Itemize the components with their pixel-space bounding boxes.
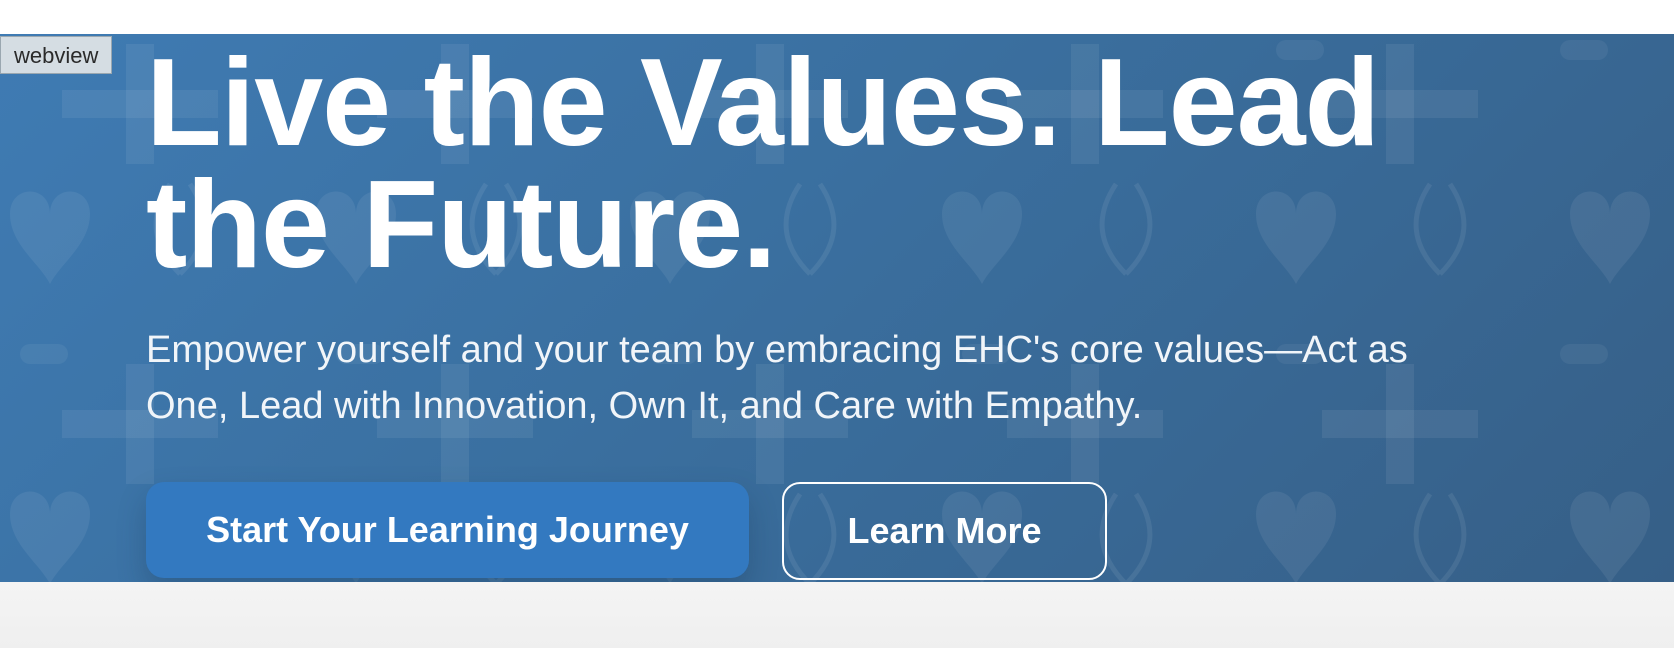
hero-subtitle: Empower yourself and your team by embrac… (146, 329, 1408, 427)
hero-banner: Live the Values. Lead the Future. Empowe… (0, 34, 1674, 582)
page: webview Live the Values. Lead the Future… (0, 0, 1674, 648)
hero-content: Live the Values. Lead the Future. Empowe… (146, 34, 1526, 434)
hero-actions: Start Your Learning Journey Learn More (146, 482, 1107, 580)
webview-tag: webview (0, 36, 113, 74)
page-section-below (0, 582, 1674, 648)
hero-title: Live the Values. Lead the Future. (146, 34, 1380, 294)
learn-more-button[interactable]: Learn More (782, 482, 1107, 580)
start-learning-journey-button[interactable]: Start Your Learning Journey (146, 482, 749, 578)
